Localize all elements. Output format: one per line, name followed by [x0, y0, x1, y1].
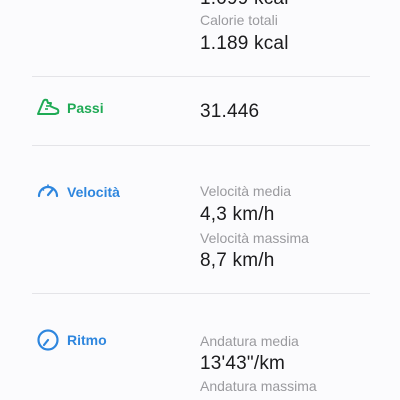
speed-category-label: Velocità — [67, 184, 120, 200]
divider — [32, 76, 370, 77]
speed-avg-value: 4,3 km/h — [200, 204, 275, 225]
speed-max-label: Velocità massima — [200, 230, 309, 246]
shoe-icon — [37, 98, 60, 115]
pace-category-label: Ritmo — [67, 332, 107, 348]
activity-stats-card: 1.099 kcal Calorie totali 1.189 kcal Pas… — [0, 0, 400, 400]
divider — [32, 293, 370, 294]
pace-max-label: Andatura massima — [200, 378, 317, 394]
calories-total-value: 1.189 kcal — [200, 33, 289, 54]
calories-total-label: Calorie totali — [200, 12, 278, 28]
speedometer-icon — [37, 184, 59, 198]
speed-avg-label: Velocità media — [200, 183, 292, 199]
calories-active-value: 1.099 kcal — [200, 0, 289, 10]
divider — [32, 145, 370, 146]
steps-category-label: Passi — [67, 100, 104, 116]
pace-avg-value: 13'43"/km — [200, 353, 286, 374]
speed-max-value: 8,7 km/h — [200, 250, 275, 271]
stopwatch-icon — [37, 329, 59, 351]
steps-value: 31.446 — [200, 101, 260, 122]
pace-avg-label: Andatura media — [200, 333, 299, 349]
